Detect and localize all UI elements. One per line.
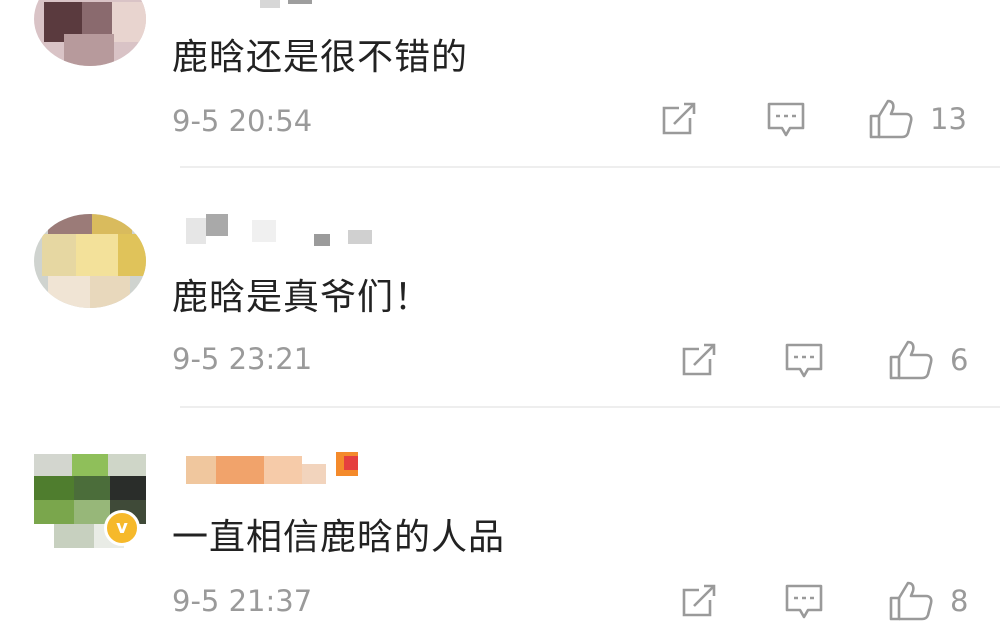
comment-timestamp: 9-5 20:54 <box>172 104 313 138</box>
share-button[interactable] <box>680 341 718 379</box>
comment-icon <box>767 102 805 137</box>
username-blurred[interactable] <box>186 452 376 484</box>
thumbs-up-icon <box>889 340 933 380</box>
comment-timestamp: 9-5 21:37 <box>172 584 313 618</box>
comment-text: 一直相信鹿晗的人品 <box>172 517 506 558</box>
thumbs-up-icon <box>869 99 913 139</box>
like-count: 13 <box>930 102 967 136</box>
comment-text: 鹿晗还是很不错的 <box>172 37 469 78</box>
thumbs-up-icon <box>889 581 933 621</box>
divider <box>180 166 1000 168</box>
like-button[interactable]: 13 <box>868 98 967 140</box>
comment-timestamp: 9-5 23:21 <box>172 342 313 376</box>
verified-badge-icon: v <box>104 510 140 546</box>
share-icon <box>662 102 696 135</box>
share-icon <box>682 343 716 376</box>
comment-button[interactable] <box>784 582 824 622</box>
share-button[interactable] <box>660 100 698 138</box>
divider <box>180 406 1000 408</box>
avatar[interactable] <box>34 0 146 66</box>
like-count: 8 <box>950 584 969 618</box>
username-blurred[interactable] <box>260 0 320 22</box>
like-count: 6 <box>950 343 969 377</box>
like-button[interactable]: 8 <box>888 580 968 622</box>
avatar[interactable] <box>34 214 146 308</box>
comment-button[interactable] <box>784 341 824 381</box>
comment-icon <box>785 584 823 619</box>
share-icon <box>682 584 716 617</box>
comment-text: 鹿晗是真爷们！ <box>172 277 432 318</box>
share-button[interactable] <box>680 582 718 620</box>
comment-button[interactable] <box>766 100 806 140</box>
like-button[interactable]: 6 <box>888 339 968 381</box>
username-blurred[interactable] <box>186 214 386 246</box>
comment-icon <box>785 343 823 378</box>
